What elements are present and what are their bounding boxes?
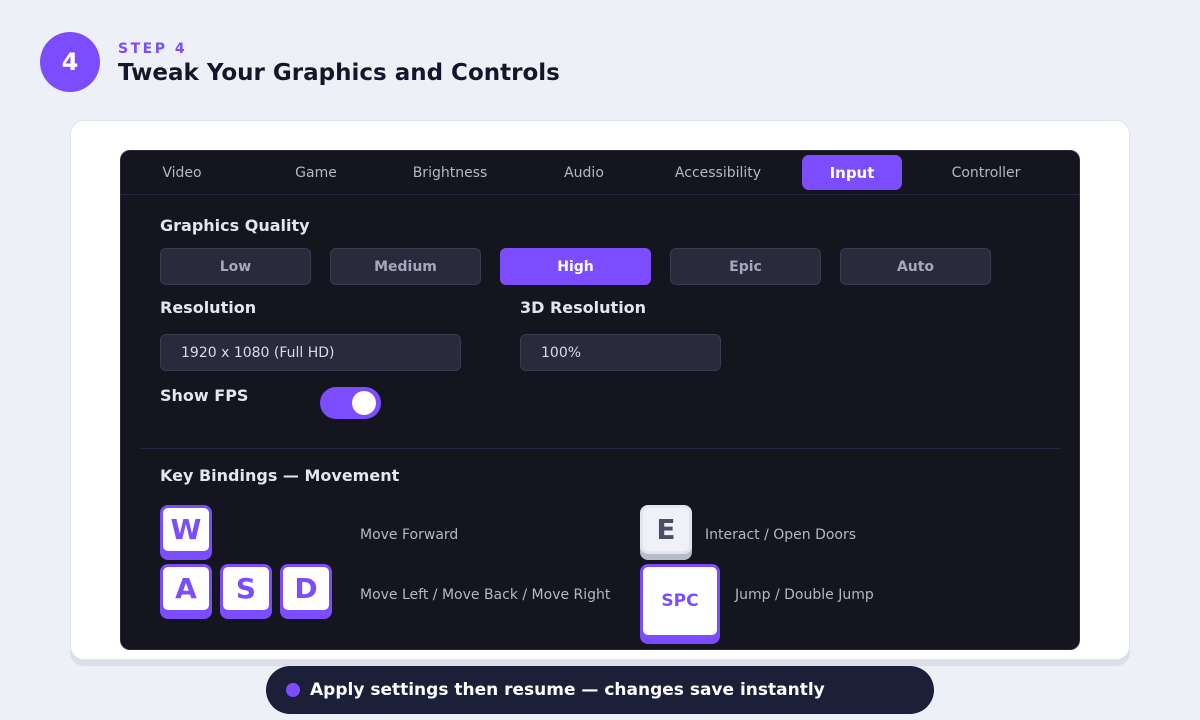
- show-fps-toggle[interactable]: [320, 387, 381, 419]
- resolution-3d-select[interactable]: 100%: [520, 334, 721, 371]
- footer-hint: Apply settings then resume — changes sav…: [266, 666, 934, 714]
- quality-low-button[interactable]: Low: [160, 248, 311, 285]
- quality-medium-button[interactable]: Medium: [330, 248, 481, 285]
- tab-controller[interactable]: Controller: [936, 155, 1036, 190]
- tab-accessibility[interactable]: Accessibility: [668, 155, 768, 190]
- key-d[interactable]: D: [280, 564, 332, 613]
- resolution-select[interactable]: 1920 x 1080 (Full HD): [160, 334, 461, 371]
- tab-game[interactable]: Game: [266, 155, 366, 190]
- binding-lateral-label: Move Left / Move Back / Move Right: [360, 587, 611, 603]
- show-fps-label: Show FPS: [160, 386, 249, 405]
- binding-forward-label: Move Forward: [360, 527, 459, 543]
- key-e[interactable]: E: [640, 505, 692, 554]
- resolution-label: Resolution: [160, 298, 257, 317]
- key-s[interactable]: S: [220, 564, 272, 613]
- key-bindings-title: Key Bindings — Movement: [160, 466, 400, 485]
- resolution-3d-label: 3D Resolution: [520, 298, 647, 317]
- tab-brightness[interactable]: Brightness: [400, 155, 500, 190]
- section-divider: [141, 448, 1061, 449]
- settings-panel: Video Game Brightness Audio Accessibilit…: [120, 150, 1080, 650]
- key-space[interactable]: SPC: [640, 564, 720, 638]
- tab-input[interactable]: Input: [802, 155, 902, 190]
- toggle-knob: [352, 391, 376, 415]
- key-a[interactable]: A: [160, 564, 212, 613]
- footer-message: Apply settings then resume — changes sav…: [310, 680, 825, 700]
- quality-auto-button[interactable]: Auto: [840, 248, 991, 285]
- page-title: Tweak Your Graphics and Controls: [118, 60, 560, 86]
- quality-epic-button[interactable]: Epic: [670, 248, 821, 285]
- settings-tab-bar: Video Game Brightness Audio Accessibilit…: [121, 151, 1079, 195]
- bullet-dot-icon: [286, 683, 300, 697]
- step-label: STEP 4: [118, 41, 188, 57]
- graphics-quality-label: Graphics Quality: [160, 216, 310, 235]
- tab-video[interactable]: Video: [132, 155, 232, 190]
- tab-audio[interactable]: Audio: [534, 155, 634, 190]
- quality-high-button[interactable]: High: [500, 248, 651, 285]
- key-w[interactable]: W: [160, 505, 212, 554]
- binding-jump-label: Jump / Double Jump: [735, 587, 874, 603]
- step-number-badge: 4: [40, 32, 100, 92]
- binding-interact-label: Interact / Open Doors: [705, 527, 857, 543]
